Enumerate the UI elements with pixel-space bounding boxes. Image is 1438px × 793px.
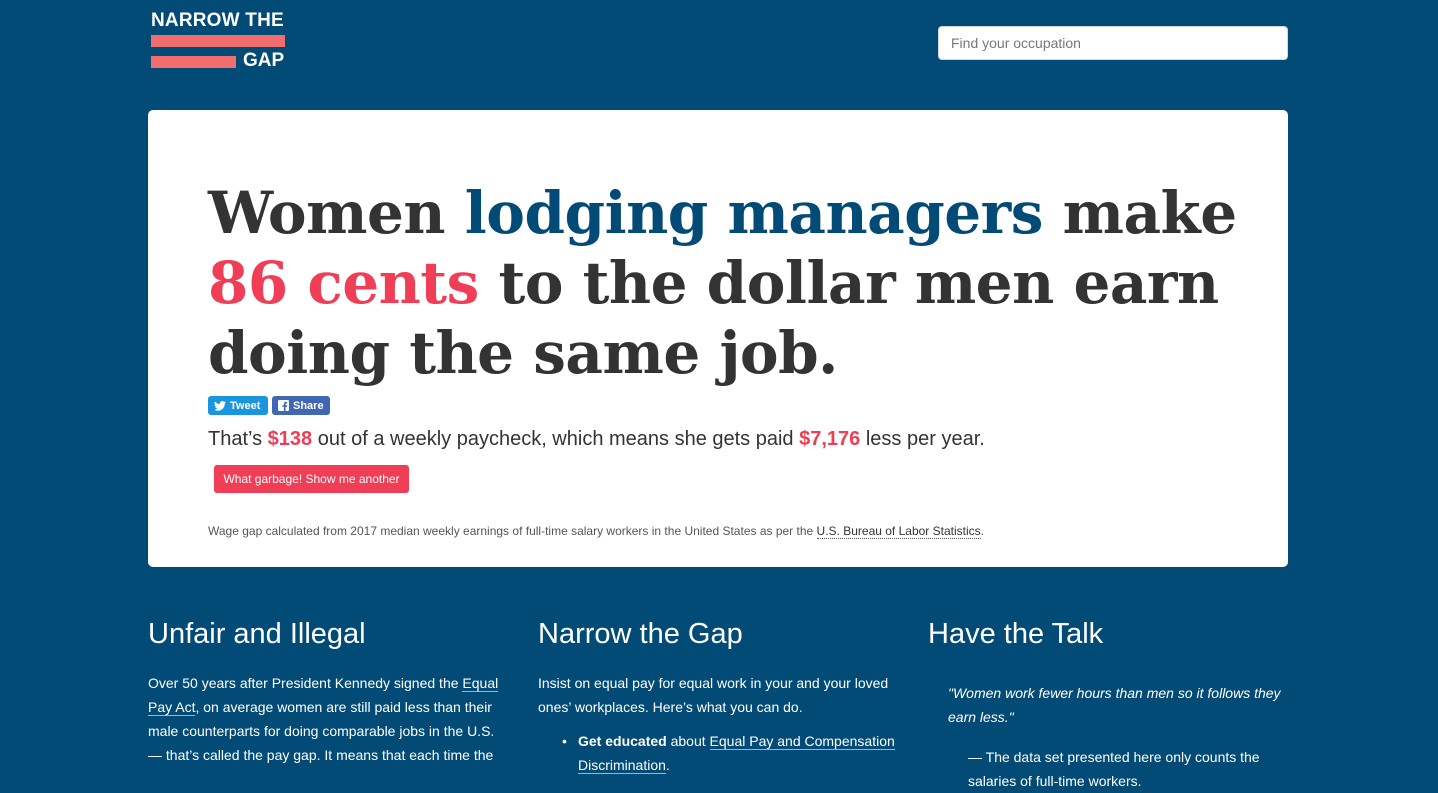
- bls-link[interactable]: U.S. Bureau of Labor Statistics: [816, 524, 981, 539]
- have-the-talk-section: Have the Talk "Women work fewer hours th…: [928, 615, 1288, 793]
- get-educated-label: Get educated: [578, 733, 667, 749]
- unfair-text-post: , on average women are still paid less t…: [148, 699, 495, 763]
- logo-text-bottom: GAP: [243, 50, 285, 71]
- logo-bar-top: [151, 35, 285, 47]
- unfair-illegal-text: Over 50 years after President Kennedy si…: [148, 671, 508, 767]
- site-header: NARROW THE GAP: [0, 0, 1438, 90]
- yearly-amount: $7,176: [799, 428, 861, 450]
- unfair-illegal-title: Unfair and Illegal: [148, 618, 366, 650]
- logo-bar-bottom: [151, 56, 236, 68]
- myth-quote: "Women work fewer hours than men so it f…: [948, 685, 1281, 725]
- share-label: Share: [293, 399, 324, 412]
- tweet-button[interactable]: Tweet: [208, 396, 268, 415]
- item-period: .: [665, 757, 670, 773]
- item-about: about: [670, 733, 706, 749]
- footnote-text: Wage gap calculated from 2017 median wee…: [208, 524, 814, 538]
- footnote-period: .: [980, 524, 984, 538]
- logo-text-top: NARROW THE: [151, 10, 284, 31]
- myth-rebuttal: — The data set presented here only count…: [968, 749, 1260, 789]
- twitter-bird-icon: [214, 400, 226, 411]
- have-the-talk-title: Have the Talk: [928, 618, 1104, 650]
- headline-mid: make: [1062, 179, 1238, 247]
- facebook-share-button[interactable]: Share: [272, 396, 330, 415]
- paycheck-summary: That’s $138 out of a weekly paycheck, wh…: [208, 428, 985, 451]
- show-another-button[interactable]: What garbage! Show me another: [214, 465, 409, 493]
- occupation-name: lodging managers: [464, 179, 1044, 247]
- weekly-amount: $138: [267, 428, 313, 450]
- headline: Women lodging managers make 86 cents to …: [208, 178, 1268, 388]
- narrow-gap-intro: Insist on equal pay for equal work in yo…: [538, 675, 889, 715]
- cents-value: 86 cents: [208, 249, 479, 317]
- paycheck-pre: That’s: [208, 428, 263, 450]
- unfair-illegal-section: Unfair and Illegal Over 50 years after P…: [148, 615, 508, 767]
- share-buttons: Tweet Share: [208, 396, 330, 415]
- facebook-icon: [278, 400, 289, 411]
- occupation-search-input[interactable]: [938, 26, 1288, 60]
- data-source-footnote: Wage gap calculated from 2017 median wee…: [208, 524, 984, 539]
- narrow-gap-section: Narrow the Gap Insist on equal pay for e…: [538, 615, 898, 777]
- paycheck-mid: out of a weekly paycheck, which means sh…: [317, 428, 794, 450]
- wage-gap-card: Women lodging managers make 86 cents to …: [148, 110, 1288, 567]
- action-list: Get educated about Equal Pay and Compens…: [538, 729, 898, 777]
- headline-pre: Women: [208, 179, 446, 247]
- narrow-gap-title: Narrow the Gap: [538, 618, 743, 650]
- list-item: Get educated about Equal Pay and Compens…: [562, 729, 898, 777]
- tweet-label: Tweet: [230, 399, 261, 412]
- unfair-text-pre: Over 50 years after President Kennedy si…: [148, 675, 459, 691]
- narrow-the-gap-logo[interactable]: NARROW THE GAP: [150, 10, 287, 72]
- paycheck-post: less per year.: [865, 428, 985, 450]
